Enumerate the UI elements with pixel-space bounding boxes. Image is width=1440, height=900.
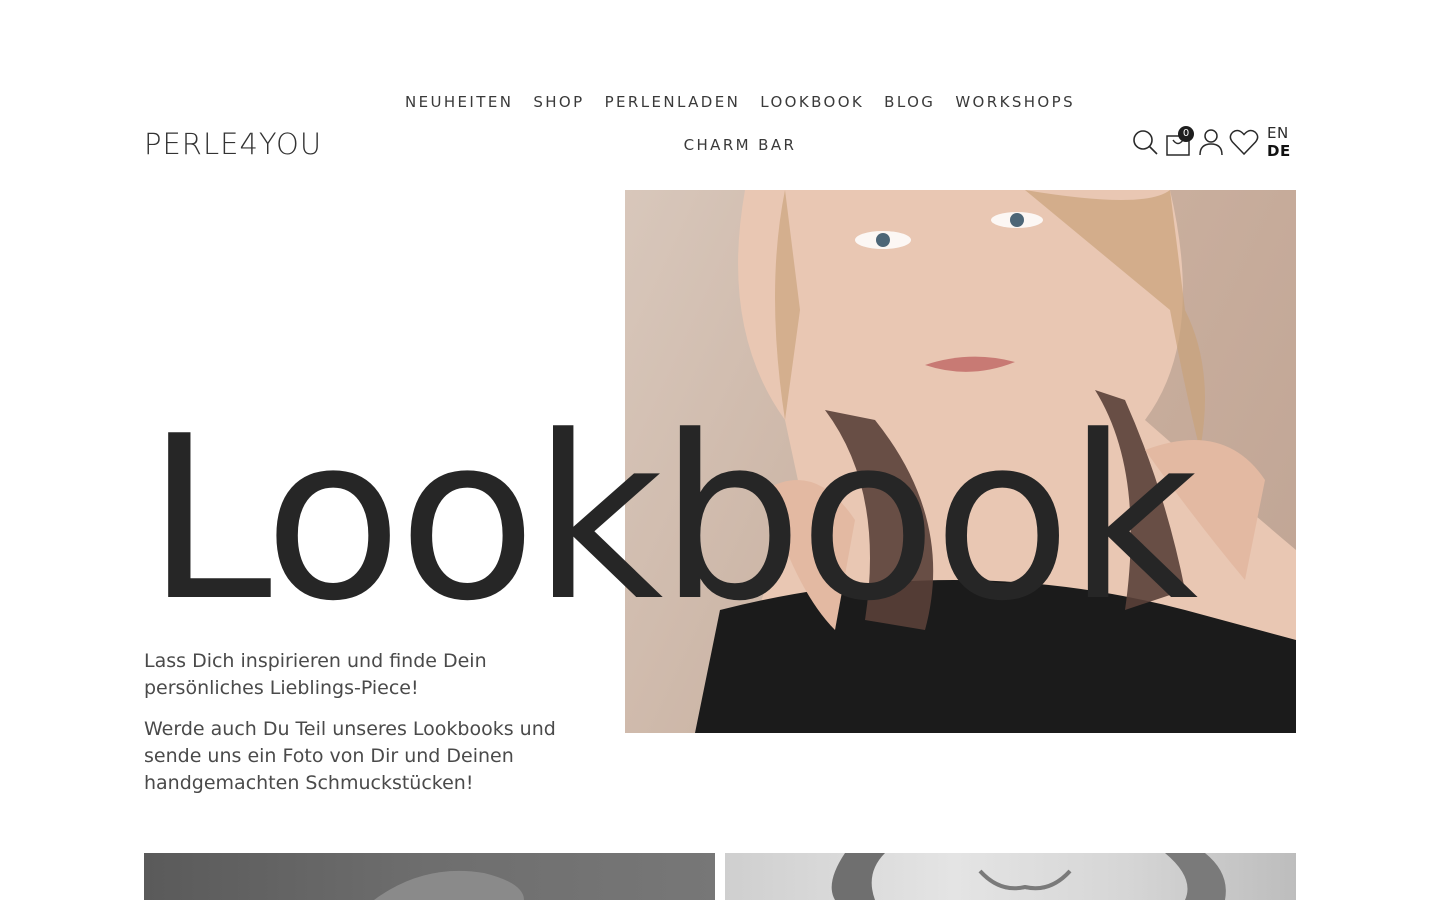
intro-paragraph-2: Werde auch Du Teil unseres Lookbooks und… <box>144 718 556 794</box>
nav-item-perlenladen[interactable]: PERLENLADEN <box>605 88 741 116</box>
cart-count-badge: 0 <box>1178 126 1194 142</box>
user-icon[interactable] <box>1196 126 1226 158</box>
nav-item-lookbook[interactable]: LOOKBOOK <box>760 88 864 116</box>
heart-icon[interactable] <box>1229 126 1259 158</box>
search-icon[interactable] <box>1130 126 1160 158</box>
nav-row-secondary: CHARM BAR <box>395 131 1085 159</box>
intro-text: Lass Dich inspirieren und finde Dein per… <box>144 648 584 811</box>
language-en[interactable]: EN <box>1267 124 1291 142</box>
cart-icon[interactable]: 0 <box>1163 126 1194 158</box>
page-title: Lookbook <box>146 388 1198 651</box>
nav-item-shop[interactable]: SHOP <box>533 88 584 116</box>
intro-paragraph-1: Lass Dich inspirieren und finde Dein per… <box>144 650 487 699</box>
main-navigation: NEUHEITEN SHOP PERLENLADEN LOOKBOOK BLOG… <box>395 88 1085 159</box>
nav-item-neuheiten[interactable]: NEUHEITEN <box>405 88 513 116</box>
nav-item-charm-bar[interactable]: CHARM BAR <box>684 131 797 159</box>
lookbook-image-1[interactable] <box>144 853 715 900</box>
site-logo[interactable]: PERLE4YOU <box>144 124 322 164</box>
nav-item-workshops[interactable]: WORKSHOPS <box>955 88 1075 116</box>
nav-item-blog[interactable]: BLOG <box>884 88 935 116</box>
nav-row-primary: NEUHEITEN SHOP PERLENLADEN LOOKBOOK BLOG… <box>395 88 1085 116</box>
header-actions: 0 EN DE <box>1130 122 1291 162</box>
language-switcher: EN DE <box>1267 124 1291 160</box>
lookbook-image-2[interactable] <box>725 853 1296 900</box>
language-de[interactable]: DE <box>1267 142 1291 160</box>
